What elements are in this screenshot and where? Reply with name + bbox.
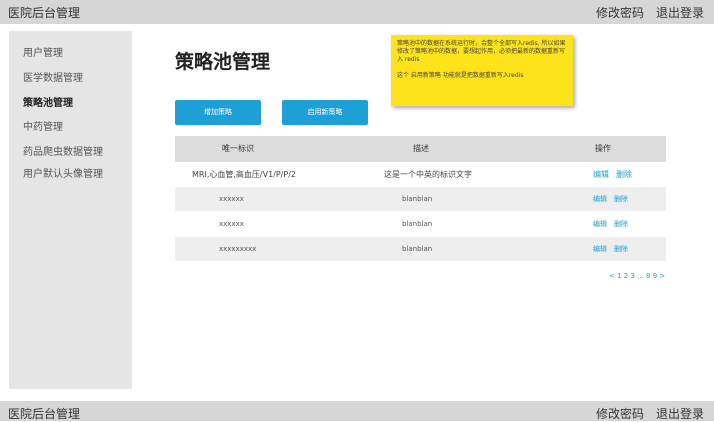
- sticky-note: 策略池中的数据在系统运行时，会整个全部写入redis, 所以如果修改了策略池中的…: [391, 35, 573, 106]
- cell-id: xxxxxxxxx: [219, 245, 257, 253]
- footer-logout-link[interactable]: 退出登录: [656, 405, 704, 422]
- edit-link[interactable]: 编辑: [593, 220, 607, 228]
- cell-description: 这是一个中英的标识文字: [384, 170, 472, 179]
- sidebar-item-users[interactable]: 用户管理: [23, 44, 63, 59]
- add-strategy-button[interactable]: 增加策略: [175, 100, 261, 125]
- cell-id: xxxxxx: [219, 195, 244, 203]
- change-password-link[interactable]: 修改密码: [596, 4, 644, 21]
- delete-link[interactable]: 删除: [614, 245, 628, 253]
- delete-link[interactable]: 删除: [616, 170, 632, 179]
- page-title: 策略池管理: [175, 51, 271, 73]
- cell-description: blanblan: [402, 245, 433, 253]
- edit-link[interactable]: 编辑: [593, 195, 607, 203]
- edit-link[interactable]: 编辑: [593, 245, 607, 253]
- table-header: 唯一标识 描述 操作: [175, 136, 666, 162]
- enable-new-strategy-button[interactable]: 启用新策略: [282, 100, 368, 125]
- sidebar-item-medical-data[interactable]: 医学数据管理: [23, 69, 83, 84]
- sidebar-item-default-avatar[interactable]: 用户默认头像管理: [23, 165, 103, 180]
- note-text-1: 策略池中的数据在系统运行时，会整个全部写入redis, 所以如果修改了策略池中的…: [397, 40, 566, 63]
- cell-description: blanblan: [402, 220, 433, 228]
- cell-description: blanblan: [402, 195, 433, 203]
- app-title: 医院后台管理: [8, 6, 81, 20]
- cell-id: xxxxxx: [219, 220, 244, 228]
- sidebar-item-chinese-medicine[interactable]: 中药管理: [23, 118, 63, 133]
- footer-title: 医院后台管理: [8, 407, 81, 421]
- table-row: MRI,心血管,高血压/V1/P/P/2 这是一个中英的标识文字 编辑 删除: [175, 162, 666, 187]
- pagination[interactable]: < 1 2 3 ... 8 9 >: [609, 272, 665, 280]
- logout-link[interactable]: 退出登录: [656, 4, 704, 21]
- sidebar-item-drug-crawler-data[interactable]: 药品爬虫数据管理: [23, 143, 103, 158]
- note-text-2: 这个 启用新策略 功能就是把数据重新写入redis: [397, 72, 524, 79]
- column-header-id: 唯一标识: [222, 144, 254, 153]
- cell-id: MRI,心血管,高血压/V1/P/P/2: [192, 170, 296, 179]
- delete-link[interactable]: 删除: [614, 220, 628, 228]
- table-row: xxxxxxxxx blanblan 编辑 删除: [175, 237, 666, 262]
- table-row: xxxxxx blanblan 编辑 删除: [175, 187, 666, 212]
- column-header-actions: 操作: [595, 144, 611, 153]
- table-row: xxxxxx blanblan 编辑 删除: [175, 212, 666, 237]
- strategy-table: 唯一标识 描述 操作 MRI,心血管,高血压/V1/P/P/2 这是一个中英的标…: [175, 136, 666, 262]
- top-bar: 医院后台管理 修改密码 退出登录: [0, 0, 714, 24]
- sidebar: 用户管理 医学数据管理 策略池管理 中药管理 药品爬虫数据管理 用户默认头像管理: [9, 31, 132, 389]
- footer-change-password-link[interactable]: 修改密码: [596, 405, 644, 422]
- delete-link[interactable]: 删除: [614, 195, 628, 203]
- edit-link[interactable]: 编辑: [593, 170, 609, 179]
- column-header-description: 描述: [413, 144, 429, 153]
- footer-bar: 医院后台管理 修改密码 退出登录: [0, 401, 714, 421]
- sidebar-item-strategy-pool[interactable]: 策略池管理: [23, 94, 73, 109]
